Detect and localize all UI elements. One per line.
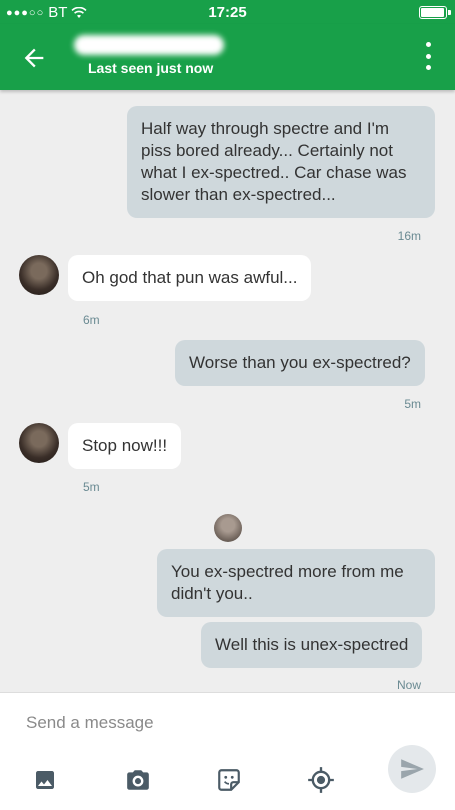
incoming-message[interactable]: Oh god that pun was awful... <box>68 255 312 301</box>
incoming-message[interactable]: Stop now!!! <box>68 423 182 469</box>
outgoing-message[interactable]: Well this is unex-spectred <box>201 622 423 668</box>
location-icon[interactable] <box>304 763 338 797</box>
send-button[interactable] <box>388 745 436 793</box>
contact-name-redacted[interactable] <box>74 35 224 55</box>
message-timestamp: Now <box>396 678 421 692</box>
battery-level <box>421 8 444 17</box>
message-timestamp: 5m <box>404 397 421 411</box>
message-list[interactable]: Half way through spectre and I'm piss bo… <box>0 90 455 692</box>
image-icon[interactable] <box>28 763 62 797</box>
send-icon <box>401 759 424 779</box>
clock: 17:25 <box>208 4 247 21</box>
outgoing-message[interactable]: Half way through spectre and I'm piss bo… <box>127 106 435 218</box>
back-arrow-icon[interactable] <box>20 44 48 72</box>
outgoing-message[interactable]: You ex-spectred more from me didn't you.… <box>157 549 435 617</box>
camera-icon[interactable] <box>121 763 155 797</box>
message-timestamp: 5m <box>83 480 100 494</box>
contact-avatar[interactable] <box>19 423 59 463</box>
app-bar: Last seen just now <box>0 24 455 90</box>
last-seen-status: Last seen just now <box>88 60 214 76</box>
contact-avatar[interactable] <box>19 255 59 295</box>
message-timestamp: 6m <box>83 313 100 327</box>
overflow-menu-icon[interactable] <box>423 42 433 70</box>
status-bar: ●●●○○ BT 17:25 <box>0 0 455 24</box>
message-composer: Send a message <box>0 692 455 810</box>
message-input[interactable]: Send a message <box>26 713 154 733</box>
sticker-icon[interactable] <box>212 763 246 797</box>
message-timestamp: 16m <box>397 229 421 243</box>
read-receipt-avatar <box>214 514 242 542</box>
battery-icon <box>419 6 451 19</box>
outgoing-message[interactable]: Worse than you ex-spectred? <box>175 340 425 386</box>
